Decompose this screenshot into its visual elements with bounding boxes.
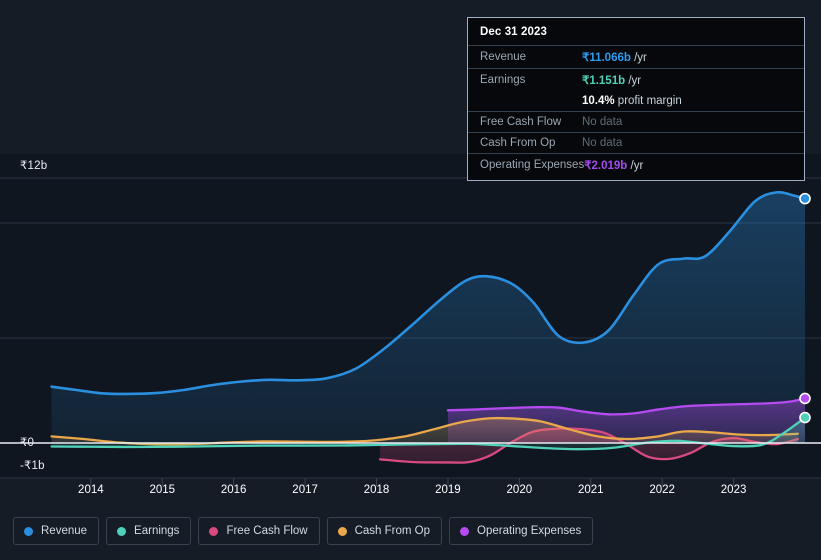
tooltip-rows: Revenue ₹11.066b /yr Earnings ₹1.151b /yr 10…	[468, 45, 804, 176]
tooltip-row: Operating Expenses ₹2.019b /yr	[468, 153, 804, 176]
tooltip-row-label: Operating Expenses	[480, 159, 585, 171]
tooltip-row-value: ₹11.066b /yr	[582, 52, 647, 64]
tooltip-date: Dec 31 2023	[480, 26, 547, 38]
x-axis-label: 2020	[506, 484, 533, 496]
legend-color-dot-icon	[337, 526, 347, 536]
x-axis-label: 2023	[720, 484, 747, 496]
tooltip-row-value: ₹1.151b /yr	[582, 75, 642, 87]
legend-color-dot-icon	[209, 526, 219, 536]
chart-tooltip: Dec 31 2023 Revenue ₹11.066b /yr Earnings ₹…	[467, 17, 805, 181]
tooltip-row: Earnings ₹1.151b /yr	[468, 68, 804, 91]
legend-item-label: Earnings	[134, 525, 180, 537]
x-axis-label: 2021	[577, 484, 604, 496]
x-axis-label: 2018	[363, 484, 390, 496]
legend-item-operating-expenses[interactable]: Operating Expenses	[449, 517, 594, 545]
tooltip-row-label: Earnings	[480, 74, 526, 86]
y-axis-label: ₹0	[20, 437, 35, 449]
tooltip-row-label: Revenue	[480, 51, 527, 63]
y-axis-label: -₹1b	[20, 460, 45, 472]
legend-color-dot-icon	[24, 526, 33, 536]
tooltip-row-value: 10.4% profit margin	[582, 95, 682, 107]
tooltip-row-value: No data	[582, 137, 623, 149]
x-axis-label: 2019	[435, 484, 461, 496]
financial-chart-page: ₹12b ₹0 -₹1b 2014 2015 2016 2017 2018 2019 2020 20…	[0, 0, 821, 560]
legend-item-label: Revenue	[41, 525, 88, 537]
tooltip-row: Cash From Op No data	[468, 132, 804, 153]
y-axis-label: ₹12b	[20, 160, 48, 172]
legend-color-dot-icon	[117, 526, 127, 536]
legend-item-earnings[interactable]: Earnings	[106, 517, 192, 545]
x-axis-label: 2022	[649, 484, 675, 496]
chart-legend: Revenue Earnings Free Cash Flow Cash From O…	[13, 517, 594, 545]
tooltip-row-label: Free Cash Flow	[480, 116, 562, 128]
x-axis-label: 2017	[292, 484, 318, 496]
legend-item-label: Cash From Op	[354, 525, 431, 537]
legend-item-revenue[interactable]: Revenue	[13, 517, 100, 545]
legend-item-label: Free Cash Flow	[226, 525, 308, 537]
tooltip-row: Free Cash Flow No data	[468, 111, 804, 132]
tooltip-row: Revenue ₹11.066b /yr	[468, 45, 804, 68]
legend-color-dot-icon	[460, 526, 470, 536]
legend-item-label: Operating Expenses	[477, 525, 582, 537]
x-axis-label: 2016	[220, 484, 247, 496]
x-axis-label: 2014	[78, 484, 104, 496]
tooltip-row-label: Cash From Op	[480, 137, 556, 149]
tooltip-row-value: ₹2.019b /yr	[584, 160, 644, 172]
tooltip-row-value: No data	[582, 116, 623, 128]
legend-item-free-cash-flow[interactable]: Free Cash Flow	[198, 517, 320, 545]
tooltip-row: 10.4% profit margin	[468, 91, 804, 111]
x-axis-label: 2015	[149, 484, 176, 496]
legend-item-cash-from-op[interactable]: Cash From Op	[326, 517, 443, 545]
x-tick-marks	[90, 478, 735, 486]
